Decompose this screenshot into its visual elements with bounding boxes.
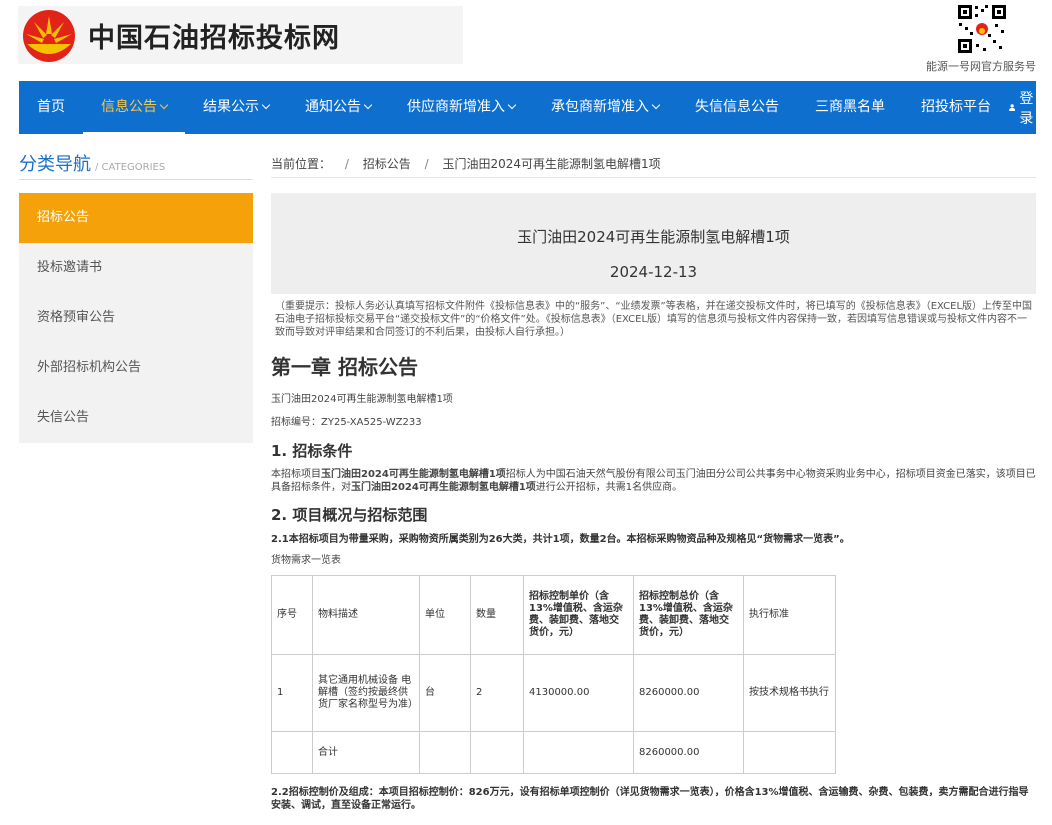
table-cell	[523, 731, 634, 774]
breadcrumb-separator: /	[424, 157, 429, 171]
table-header-cell: 执行标准	[743, 575, 836, 655]
table-header-cell: 招标控制单价（含13%增值税、含运杂费、装卸费、落地交货价，元）	[523, 575, 634, 655]
table-cell	[743, 731, 836, 774]
nav-label: 供应商新增准入	[407, 99, 505, 115]
user-icon	[1009, 104, 1016, 111]
table-cell	[419, 731, 471, 774]
nav-label: 承包商新增准入	[551, 99, 649, 115]
section-2-1-text: 2.1本招标项目为带量采购，采购物资所属类别为26大类，共计1项，数量2台。本招…	[271, 534, 850, 545]
qr-code-icon	[957, 4, 1007, 54]
nav-bidding-platform[interactable]: 招投标平台	[903, 81, 1009, 134]
table-header-cell: 物料描述	[312, 575, 420, 655]
nav-auth: 登录 注册	[1009, 88, 1052, 128]
sidebar-list: 招标公告 投标邀请书 资格预审公告 外部招标机构公告 失信公告	[19, 193, 253, 443]
nav-label: 三商黑名单	[815, 99, 885, 115]
site-title: 中国石油招标投标网	[88, 22, 340, 54]
table-cell: 8260000.00	[633, 731, 744, 774]
table-cell: 其它通用机械设备 电解槽（签约按最终供货厂家名称型号为准）	[312, 654, 420, 732]
breadcrumb-prefix: 当前位置：	[271, 157, 332, 171]
nav-notifications[interactable]: 通知公告	[287, 81, 389, 134]
table-row: 1 其它通用机械设备 电解槽（签约按最终供货厂家名称型号为准） 台 2 4130…	[271, 654, 836, 732]
table-header-cell: 招标控制总价（含13%增值税、含运杂费、装卸费、落地交货价，元）	[633, 575, 744, 655]
sidebar: 分类导航 / CATEGORIES 招标公告 投标邀请书 资格预审公告 外部招标…	[19, 150, 253, 443]
bid-number: 招标编号：ZY25-XA525-WZ233	[271, 417, 422, 428]
section-1-heading: 1. 招标条件	[271, 442, 353, 460]
breadcrumb-link-bid-notice[interactable]: 招标公告	[363, 157, 411, 171]
table-header-cell: 序号	[271, 575, 313, 655]
table-cell: 8260000.00	[633, 654, 744, 732]
section-2-heading: 2. 项目概况与招标范围	[271, 506, 428, 524]
table-row-total: 合计 8260000.00	[271, 731, 836, 774]
chapter-heading: 第一章 招标公告	[271, 355, 418, 379]
register-link[interactable]: 注册	[1045, 88, 1052, 128]
table-cell: 2	[470, 654, 524, 732]
chevron-down-icon	[363, 100, 373, 110]
nav-home[interactable]: 首页	[19, 81, 83, 134]
nav-dishonesty-notice[interactable]: 失信信息公告	[677, 81, 797, 134]
sidebar-item-bid-notice[interactable]: 招标公告	[19, 193, 253, 243]
table-cell: 按技术规格书执行	[743, 654, 836, 732]
nav-label: 通知公告	[305, 99, 361, 115]
breadcrumb-separator: /	[344, 157, 349, 171]
table-cell	[271, 731, 313, 774]
table-cell: 合计	[312, 731, 420, 774]
nav-supplier-access[interactable]: 供应商新增准入	[389, 81, 533, 134]
breadcrumb-current: 玉门油田2024可再生能源制氢电解槽1项	[442, 157, 661, 171]
nav-info-notice[interactable]: 信息公告	[83, 81, 185, 134]
chevron-down-icon	[261, 100, 271, 110]
project-name-bold: 玉门油田2024可再生能源制氢电解槽1项	[351, 482, 536, 493]
chevron-down-icon	[159, 100, 169, 110]
login-label: 登录	[1019, 90, 1034, 127]
important-notice: （重要提示：投标人务必认真填写招标文件附件《投标信息表》中的“服务”、“业绩发票…	[275, 301, 1033, 338]
table-header-row: 序号 物料描述 单位 数量 招标控制单价（含13%增值税、含运杂费、装卸费、落地…	[271, 575, 836, 655]
nav-label: 失信信息公告	[695, 99, 779, 115]
nav-results[interactable]: 结果公示	[185, 81, 287, 134]
text-span: 本招标项目	[271, 469, 321, 480]
table-cell: 1	[271, 654, 313, 732]
sidebar-item-prequalification[interactable]: 资格预审公告	[19, 293, 253, 343]
sidebar-item-external-agency[interactable]: 外部招标机构公告	[19, 343, 253, 393]
chevron-down-icon	[651, 100, 661, 110]
register-doc-icon	[1045, 103, 1052, 112]
sidebar-item-dishonesty[interactable]: 失信公告	[19, 393, 253, 443]
table-cell	[470, 731, 524, 774]
project-name: 玉门油田2024可再生能源制氢电解槽1项	[271, 394, 453, 405]
text-span: 进行公开招标，共需1名供应商。	[535, 482, 683, 493]
nav-blacklist[interactable]: 三商黑名单	[797, 81, 903, 134]
article-date: 2024-12-13	[609, 263, 698, 281]
section-2-2-text: 2.2招标控制价及组成：本项目招标控制价：826万元，设有招标单项控制价（详见货…	[271, 787, 1029, 811]
chevron-down-icon	[507, 100, 517, 110]
article-title-box: 玉门油田2024可再生能源制氢电解槽1项 2024-12-13	[271, 193, 1036, 294]
table-cell: 台	[419, 654, 471, 732]
main-nav: 首页 信息公告 结果公示 通知公告 供应商新增准入 承包商新增准入 失信信息公告…	[19, 81, 1052, 134]
nav-label: 信息公告	[101, 99, 157, 115]
table-cell: 4130000.00	[523, 654, 634, 732]
login-link[interactable]: 登录	[1009, 88, 1037, 128]
table-caption: 货物需求一览表	[271, 555, 341, 566]
site-logo-link[interactable]: 中国石油招标投标网	[18, 6, 463, 64]
project-name-bold: 玉门油田2024可再生能源制氢电解槽1项	[321, 469, 506, 480]
nav-label: 结果公示	[203, 99, 259, 115]
sidebar-title: 分类导航	[19, 154, 91, 175]
sidebar-subtitle: / CATEGORIES	[95, 162, 166, 173]
site-header: 中国石油招标投标网 能源一号网官方服务号	[0, 0, 1052, 80]
breadcrumb: 当前位置： / 招标公告 / 玉门油田2024可再生能源制氢电解槽1项	[271, 150, 1036, 178]
nav-label: 招投标平台	[921, 99, 991, 115]
nav-contractor-access[interactable]: 承包商新增准入	[533, 81, 677, 134]
nav-label: 首页	[37, 99, 65, 115]
main-content: 当前位置： / 招标公告 / 玉门油田2024可再生能源制氢电解槽1项 玉门油田…	[271, 150, 1036, 812]
article-title: 玉门油田2024可再生能源制氢电解槽1项	[517, 228, 790, 246]
table-header-cell: 数量	[470, 575, 524, 655]
goods-table: 序号 物料描述 单位 数量 招标控制单价（含13%增值税、含运杂费、装卸费、落地…	[271, 575, 836, 774]
section-1-text: 本招标项目玉门油田2024可再生能源制氢电解槽1项招标人为中国石油天然气股份有限…	[271, 468, 1036, 494]
sidebar-item-bid-invitation[interactable]: 投标邀请书	[19, 243, 253, 293]
cnpc-logo-icon	[18, 6, 80, 64]
table-header-cell: 单位	[419, 575, 471, 655]
sidebar-header: 分类导航 / CATEGORIES	[19, 150, 253, 180]
qr-caption: 能源一号网官方服务号	[926, 60, 1036, 73]
